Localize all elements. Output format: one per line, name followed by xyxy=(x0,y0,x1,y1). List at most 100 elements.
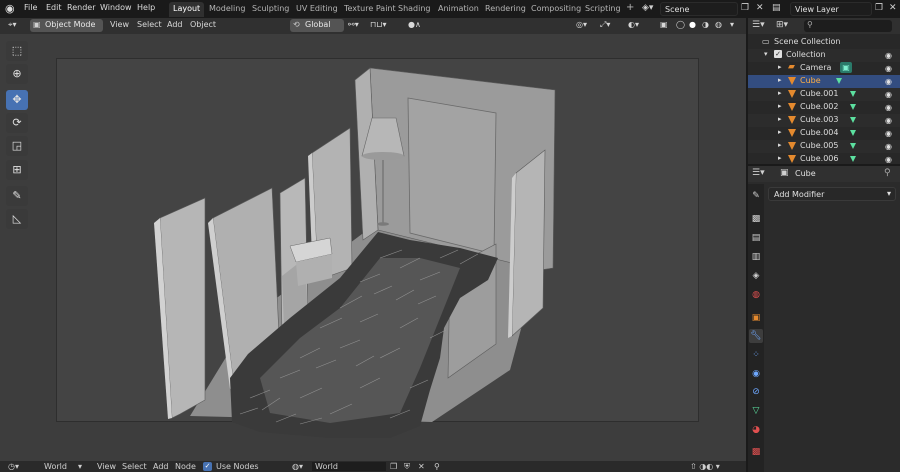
outliner-row-camera[interactable]: ▸ ▰ Camera ▣ ◉ xyxy=(748,62,900,75)
pin-icon[interactable]: ⚲ xyxy=(434,462,440,471)
tab-compositing[interactable]: Compositing xyxy=(527,2,585,17)
measure-tool[interactable]: ◺ xyxy=(6,209,28,229)
tab-modeling[interactable]: Modeling xyxy=(205,2,249,17)
texture-tab-icon[interactable]: ▩ xyxy=(749,445,763,459)
view-layer-icon[interactable]: ▤ xyxy=(772,3,781,13)
scene-tab-icon[interactable]: ◈ xyxy=(749,269,763,283)
chevron-down-icon: ▾ xyxy=(886,189,891,198)
modifiers-tab-icon[interactable]: 🔧︎ xyxy=(749,329,763,343)
constraints-tab-icon[interactable]: ⊘ xyxy=(749,385,763,399)
view-layer-close-icon[interactable]: ✕ xyxy=(889,3,897,13)
world-type-dropdown-icon[interactable]: ▾ xyxy=(78,462,82,471)
output-tab-icon[interactable]: ▤ xyxy=(749,231,763,245)
outliner-item-label: Cube.003 xyxy=(800,115,839,124)
bottom-menu-node[interactable]: Node xyxy=(175,462,196,471)
cursor-tool[interactable]: ⊕ xyxy=(6,64,28,84)
expand-arrow-icon[interactable]: ▸ xyxy=(778,102,782,110)
outliner-row-cube[interactable]: ▸ Cube ◉ xyxy=(748,75,900,88)
outliner-editor-type-icon[interactable]: ☰▾ xyxy=(752,20,765,30)
outliner-row-collection[interactable]: ▾ ✓ Collection ◉ xyxy=(748,49,900,62)
eye-icon[interactable]: ◉ xyxy=(885,90,892,99)
tab-rendering[interactable]: Rendering xyxy=(481,2,530,17)
tab-uv-editing[interactable]: UV Editing xyxy=(292,2,342,17)
outliner-row-cube-005[interactable]: ▸ Cube.005 ◉ xyxy=(748,140,900,153)
scene-field[interactable]: Scene xyxy=(660,2,738,16)
select-box-tool[interactable]: ⬚ xyxy=(6,41,28,61)
transform-tool[interactable]: ⊞ xyxy=(6,160,28,180)
menu-help[interactable]: Help xyxy=(137,3,155,12)
world-fake-user-icon[interactable]: ⛨ xyxy=(404,462,410,472)
render-tab-icon[interactable]: ▩ xyxy=(749,212,763,226)
eye-icon[interactable]: ◉ xyxy=(885,51,892,60)
world-data-icon[interactable]: ◍▾ xyxy=(292,462,303,471)
use-nodes-checkbox[interactable]: ✓ xyxy=(203,462,212,471)
eye-icon[interactable]: ◉ xyxy=(885,116,892,125)
view-layer-copy-icon[interactable]: ❐ xyxy=(875,3,883,13)
outliner-row-cube-002[interactable]: ▸ Cube.002 ◉ xyxy=(748,101,900,114)
scene-copy-icon[interactable]: ❐ xyxy=(741,3,749,13)
scene-collection-icon: ▭ xyxy=(762,37,770,46)
menu-window[interactable]: Window xyxy=(100,3,132,12)
eye-icon[interactable]: ◉ xyxy=(885,77,892,86)
eye-icon[interactable]: ◉ xyxy=(885,64,892,73)
eye-icon[interactable]: ◉ xyxy=(885,142,892,151)
tab-animation[interactable]: Animation xyxy=(434,2,483,17)
data-tab-icon[interactable]: ▽ xyxy=(749,404,763,418)
outliner-row-cube-003[interactable]: ▸ Cube.003 ◉ xyxy=(748,114,900,127)
tool-tab-icon[interactable]: ✎ xyxy=(749,189,763,203)
blender-logo-icon[interactable]: ◉ xyxy=(5,2,19,16)
scene-icon[interactable]: ◈▾ xyxy=(642,3,653,13)
bottom-right-icons[interactable]: ⇧ ◑◐ ▾ xyxy=(690,462,720,471)
shader-editor-type-icon[interactable]: ◷▾ xyxy=(8,462,19,471)
eye-icon[interactable]: ◉ xyxy=(885,103,892,112)
outliner-row-cube-004[interactable]: ▸ Cube.004 ◉ xyxy=(748,127,900,140)
rotate-tool[interactable]: ⟳ xyxy=(6,113,28,133)
expand-arrow-icon[interactable]: ▸ xyxy=(778,63,782,71)
expand-arrow-icon[interactable]: ▸ xyxy=(778,154,782,162)
expand-arrow-icon[interactable]: ▸ xyxy=(778,141,782,149)
scale-tool[interactable]: ◲ xyxy=(6,136,28,156)
tab-layout[interactable]: Layout xyxy=(169,2,205,17)
menu-edit[interactable]: Edit xyxy=(46,3,62,12)
menu-file[interactable]: File xyxy=(24,3,37,12)
outliner-row-cube-001[interactable]: ▸ Cube.001 ◉ xyxy=(748,88,900,101)
view-layer-field[interactable]: View Layer xyxy=(790,2,872,16)
bottom-menu-view[interactable]: View xyxy=(97,462,116,471)
outliner-row-cube-006[interactable]: ▸ Cube.006 ◉ xyxy=(748,153,900,164)
expand-arrow-icon[interactable]: ▸ xyxy=(778,89,782,97)
particles-tab-icon[interactable]: ⁘ xyxy=(749,348,763,362)
expand-arrow-icon[interactable]: ▸ xyxy=(778,128,782,136)
bottom-menu-select[interactable]: Select xyxy=(122,462,147,471)
world-name-field[interactable]: World xyxy=(312,462,386,471)
properties-editor-type-icon[interactable]: ☰▾ xyxy=(752,168,765,178)
eye-icon[interactable]: ◉ xyxy=(885,129,892,138)
view-layer-tab-icon[interactable]: ▥ xyxy=(749,250,763,264)
collection-checkbox-icon[interactable]: ✓ xyxy=(774,50,782,58)
tab-texture-paint[interactable]: Texture Paint xyxy=(340,2,400,17)
world-tab-icon[interactable]: ◍ xyxy=(749,288,763,302)
add-modifier-button[interactable]: Add Modifier ▾ xyxy=(768,187,896,201)
tab-scripting[interactable]: Scripting xyxy=(581,2,625,17)
world-type-selector[interactable]: World xyxy=(44,462,67,471)
pin-icon[interactable]: ⚲ xyxy=(884,168,891,178)
menu-render[interactable]: Render xyxy=(67,3,95,12)
outliner-filter-icon[interactable]: ⊞▾ xyxy=(776,20,788,30)
outliner-search-input[interactable]: ⚲ xyxy=(804,20,892,32)
eye-icon[interactable]: ◉ xyxy=(885,155,892,164)
move-tool[interactable]: ✥ xyxy=(6,90,28,110)
world-unlink-icon[interactable]: ✕ xyxy=(418,462,425,471)
annotate-tool[interactable]: ✎ xyxy=(6,186,28,206)
scene-close-icon[interactable]: ✕ xyxy=(756,3,764,13)
tab-shading[interactable]: Shading xyxy=(394,2,435,17)
material-tab-icon[interactable]: ◕ xyxy=(749,423,763,437)
world-copy-icon[interactable]: ❐ xyxy=(390,462,397,471)
expand-arrow-icon[interactable]: ▾ xyxy=(764,50,768,58)
outliner-row-scene-collection[interactable]: ▭ Scene Collection xyxy=(748,36,900,49)
tab-sculpting[interactable]: Sculpting xyxy=(248,2,293,17)
physics-tab-icon[interactable]: ◉ xyxy=(749,367,763,381)
expand-arrow-icon[interactable]: ▸ xyxy=(778,76,782,84)
expand-arrow-icon[interactable]: ▸ xyxy=(778,115,782,123)
bottom-menu-add[interactable]: Add xyxy=(153,462,169,471)
add-workspace-button[interactable]: + xyxy=(622,0,638,15)
object-tab-icon[interactable]: ▣ xyxy=(749,311,763,325)
